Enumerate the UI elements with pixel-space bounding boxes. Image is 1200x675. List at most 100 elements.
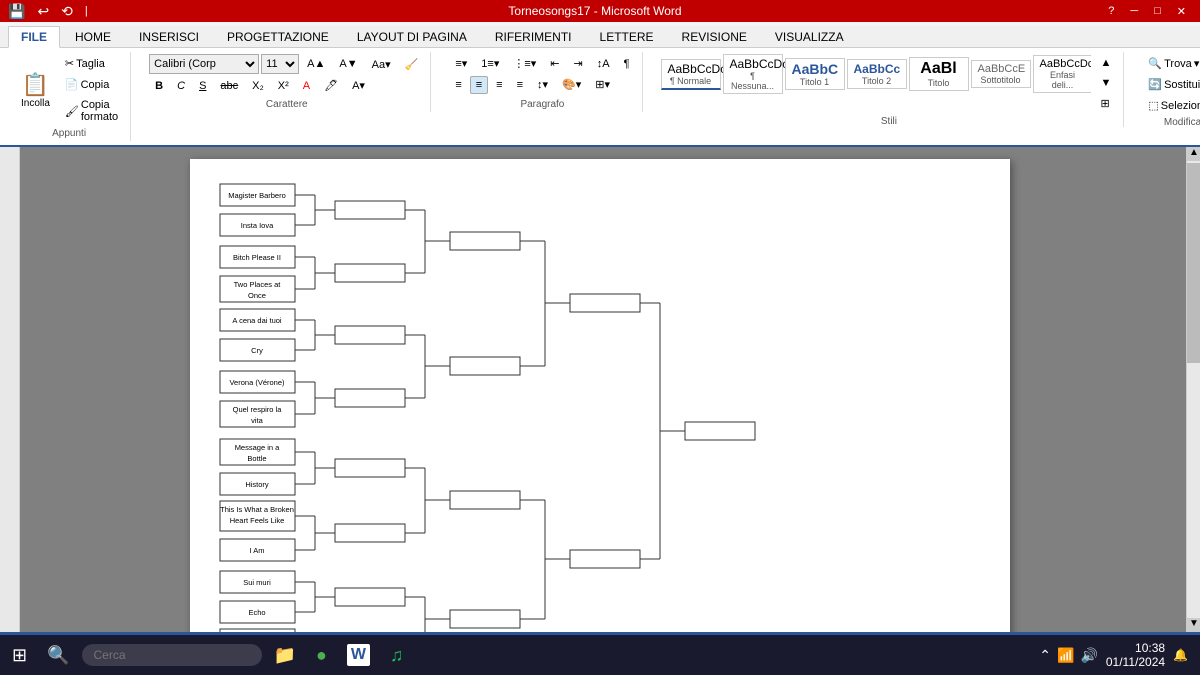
- bold-btn[interactable]: B: [149, 77, 169, 95]
- help-btn[interactable]: ?: [1102, 5, 1120, 18]
- copia-formato-button[interactable]: 🖌 Copia formato: [59, 96, 124, 126]
- window-controls: ? ─ □ ✕: [1102, 5, 1192, 18]
- tab-layout[interactable]: LAYOUT DI PAGINA: [344, 26, 480, 47]
- taskbar-right: ⌃ 📶 🔊 10:38 01/11/2024 🔔: [1039, 641, 1196, 669]
- subscript-btn[interactable]: X₂: [246, 77, 270, 95]
- document-page: Magister Barbero Insta Iova Bitch Please…: [190, 159, 1010, 632]
- svg-text:I Am: I Am: [249, 546, 264, 555]
- more-styles-btn[interactable]: ⊞: [1095, 94, 1118, 113]
- stili-group: AaBbCcDc ¶ Normale AaBbCcDc ¶ Nessuna...…: [655, 52, 1125, 127]
- text-color-btn[interactable]: A▾: [346, 76, 371, 95]
- ribbon-tabs: FILE HOME INSERISCI PROGETTAZIONE LAYOUT…: [0, 26, 1200, 48]
- tab-lettere[interactable]: LETTERE: [587, 26, 667, 47]
- scroll-up[interactable]: ▲: [1187, 147, 1200, 161]
- svg-text:Echo: Echo: [248, 608, 265, 617]
- style-nessuna[interactable]: AaBbCcDc ¶ Nessuna...: [723, 54, 783, 94]
- tab-inserisci[interactable]: INSERISCI: [126, 26, 212, 47]
- svg-text:History: History: [245, 480, 269, 489]
- change-case-btn[interactable]: Aa▾: [366, 55, 397, 74]
- shrink-font-btn[interactable]: A▼: [333, 55, 363, 73]
- scroll-down[interactable]: ▼: [1187, 618, 1200, 632]
- trova-button[interactable]: 🔍 Trova ▾: [1142, 54, 1200, 73]
- justify-btn[interactable]: ≡: [511, 76, 529, 94]
- seleziona-button[interactable]: ⬚ Seleziona ▾: [1142, 96, 1200, 115]
- svg-text:Quel respiro la: Quel respiro la: [233, 405, 283, 414]
- paragrafo-group: ≡▾ 1≡▾ ⋮≡▾ ⇤ ⇥ ↕A ¶ ≡ ≡ ≡ ≡ ↕▾ 🎨▾ ⊞▾ Par…: [443, 52, 642, 112]
- start-button[interactable]: ⊞: [4, 641, 35, 670]
- grow-font-btn[interactable]: A▲: [301, 55, 331, 73]
- svg-text:vita: vita: [251, 416, 264, 425]
- carattere-group: Calibri (Corp 11 A▲ A▼ Aa▾ 🧹 B C S abc X…: [143, 52, 431, 112]
- svg-text:Two Places at: Two Places at: [234, 280, 282, 289]
- tray-volume[interactable]: 🔊: [1080, 647, 1097, 664]
- notification-btn[interactable]: 🔔: [1173, 648, 1188, 662]
- tray-network[interactable]: 📶: [1057, 647, 1074, 664]
- italic-btn[interactable]: C: [171, 77, 191, 95]
- sort-btn[interactable]: ↕A: [591, 55, 616, 73]
- tab-riferimenti[interactable]: RIFERIMENTI: [482, 26, 585, 47]
- tray-icons: ⌃ 📶 🔊: [1039, 647, 1098, 664]
- scrollbar-thumb[interactable]: [1187, 163, 1200, 363]
- svg-text:Once: Once: [248, 291, 266, 300]
- clear-format-btn[interactable]: 🧹: [399, 55, 425, 74]
- time-display: 10:38: [1106, 641, 1165, 655]
- modifica-label: Modifica: [1142, 115, 1200, 128]
- align-right-btn[interactable]: ≡: [490, 76, 508, 94]
- font-size-select[interactable]: 11: [261, 54, 299, 74]
- word-btn[interactable]: W: [339, 640, 378, 670]
- style-enfasi[interactable]: AaBbCcDc Enfasi deli...: [1033, 55, 1091, 93]
- line-spacing-btn[interactable]: ↕▾: [531, 75, 554, 94]
- tab-home[interactable]: HOME: [62, 26, 124, 47]
- bracket-container: Magister Barbero Insta Iova Bitch Please…: [210, 179, 990, 632]
- multilevel-btn[interactable]: ⋮≡▾: [507, 54, 542, 73]
- search-button[interactable]: 🔍: [39, 641, 77, 670]
- bullets-btn[interactable]: ≡▾: [449, 54, 473, 73]
- taskbar-search-input[interactable]: [82, 644, 262, 666]
- font-color-btn[interactable]: A: [297, 77, 316, 95]
- style-sottotitolo[interactable]: AaBbCcE Sottotitolo: [971, 60, 1031, 88]
- window-title: Torneosongs17 - Microsoft Word: [88, 4, 1102, 18]
- style-normale[interactable]: AaBbCcDc ¶ Normale: [661, 59, 721, 90]
- underline-btn[interactable]: S: [193, 77, 212, 95]
- date-display: 01/11/2024: [1106, 655, 1165, 669]
- chrome-btn[interactable]: ●: [308, 641, 335, 670]
- numbering-btn[interactable]: 1≡▾: [475, 54, 505, 73]
- tab-file[interactable]: FILE: [8, 26, 60, 48]
- modifica-group: 🔍 Trova ▾ 🔄 Sostituisci ⬚ Seleziona ▾ Mo…: [1136, 52, 1200, 130]
- clock: 10:38 01/11/2024: [1106, 641, 1165, 669]
- tab-revisione[interactable]: REVISIONE: [669, 26, 760, 47]
- strikethrough-btn[interactable]: abc: [214, 77, 244, 95]
- tray-chevron[interactable]: ⌃: [1039, 647, 1051, 664]
- svg-text:Magister Barbero: Magister Barbero: [228, 191, 286, 200]
- sostituisci-button[interactable]: 🔄 Sostituisci: [1142, 75, 1200, 94]
- minimize-btn[interactable]: ─: [1124, 5, 1144, 18]
- svg-text:Sui muri: Sui muri: [243, 578, 271, 587]
- align-center-btn[interactable]: ≡: [470, 76, 488, 94]
- shading-btn[interactable]: 🎨▾: [556, 75, 587, 94]
- title-bar: 💾 ↩ ⟲ | Torneosongs17 - Microsoft Word ?…: [0, 0, 1200, 22]
- highlight-btn[interactable]: 🖊: [318, 76, 344, 95]
- incolla-button[interactable]: 📋 Incolla: [14, 67, 57, 114]
- bracket-svg: Magister Barbero Insta Iova Bitch Please…: [210, 179, 990, 632]
- spotify-btn[interactable]: ♫: [382, 641, 412, 670]
- maximize-btn[interactable]: □: [1148, 5, 1167, 18]
- taglia-button[interactable]: ✂ Taglia: [59, 54, 124, 73]
- increase-indent-btn[interactable]: ⇥: [568, 54, 589, 73]
- scroll-up-btn[interactable]: ▲: [1095, 54, 1118, 72]
- borders-btn[interactable]: ⊞▾: [589, 75, 616, 94]
- copia-button[interactable]: 📄 Copia: [59, 75, 124, 94]
- file-explorer-btn[interactable]: 📁: [266, 641, 304, 670]
- style-titolo1[interactable]: AaBbC Titolo 1: [785, 58, 845, 90]
- tab-visualizza[interactable]: VISUALIZZA: [762, 26, 857, 47]
- font-family-select[interactable]: Calibri (Corp: [149, 54, 259, 74]
- superscript-btn[interactable]: X²: [272, 77, 295, 95]
- close-btn[interactable]: ✕: [1171, 5, 1192, 18]
- style-titolo2[interactable]: AaBbCc Titolo 2: [847, 59, 907, 89]
- scroll-down-btn[interactable]: ▼: [1095, 74, 1118, 92]
- style-titolo[interactable]: AaBl Titolo: [909, 57, 969, 91]
- decrease-indent-btn[interactable]: ⇤: [544, 54, 565, 73]
- style-gallery: AaBbCcDc ¶ Normale AaBbCcDc ¶ Nessuna...…: [661, 54, 1091, 94]
- show-hide-btn[interactable]: ¶: [618, 55, 636, 73]
- align-left-btn[interactable]: ≡: [449, 76, 467, 94]
- tab-progettazione[interactable]: PROGETTAZIONE: [214, 26, 342, 47]
